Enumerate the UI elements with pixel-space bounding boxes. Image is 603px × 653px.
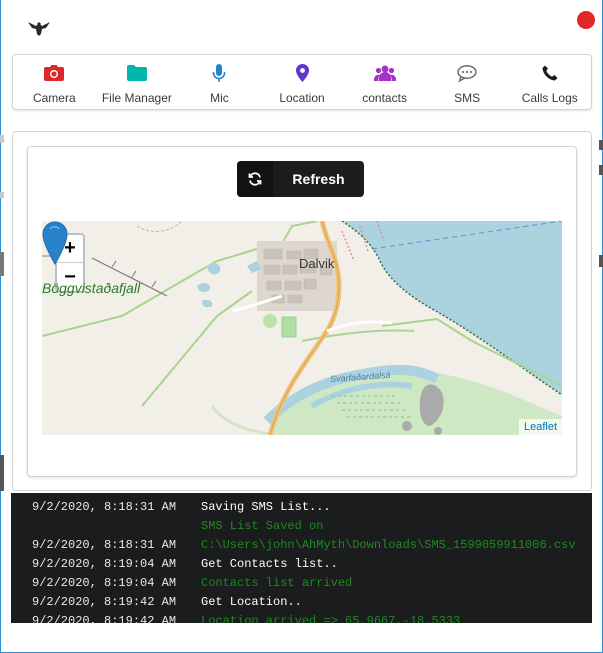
- log-message: Get Location..: [201, 595, 302, 609]
- location-pin-icon[interactable]: [42, 221, 68, 265]
- log-message: Get Contacts list..: [201, 557, 338, 571]
- camera-icon: [43, 63, 65, 83]
- close-button[interactable]: [577, 11, 595, 29]
- log-row: 9/2/2020, 8:19:04 AM Contacts list arriv…: [11, 574, 592, 593]
- log-message: Contacts list arrived: [201, 576, 353, 590]
- refresh-label: Refresh: [292, 171, 345, 187]
- refresh-button[interactable]: Refresh: [237, 161, 364, 197]
- log-message: SMS List Saved on: [201, 519, 324, 533]
- title-bar: [0, 0, 603, 52]
- menu-label: Calls Logs: [521, 91, 578, 105]
- users-icon: [373, 63, 396, 83]
- log-time: 9/2/2020, 8:19:04 AM: [32, 557, 177, 571]
- right-edge-marks: [599, 0, 603, 653]
- menu-label: Camera: [32, 91, 76, 105]
- log-row: 9/2/2020, 8:19:42 AM Get Location..: [11, 593, 592, 612]
- map-town-label: Dalvik: [299, 256, 335, 271]
- menu-item-call-logs[interactable]: Calls Logs: [508, 55, 591, 109]
- menu-item-camera[interactable]: Camera: [13, 55, 96, 109]
- log-time: 9/2/2020, 8:18:31 AM: [32, 538, 177, 552]
- log-message: Location arrived => 65.9667,-18.5333: [201, 614, 461, 623]
- log-time: 9/2/2020, 8:19:04 AM: [32, 576, 177, 590]
- map-tiles: [42, 221, 562, 435]
- log-row: 9/2/2020, 8:18:31 AM Saving SMS List...: [11, 498, 592, 517]
- refresh-icon: [237, 161, 273, 197]
- log-time: 9/2/2020, 8:19:42 AM: [32, 614, 177, 623]
- log-row: 9/2/2020, 8:19:42 AM Location arrived =>…: [11, 612, 592, 623]
- log-time: 9/2/2020, 8:18:31 AM: [32, 500, 177, 514]
- log-time: [11, 517, 201, 536]
- menu-item-file-manager[interactable]: File Manager: [96, 55, 179, 109]
- log-message: C:\Users\john\AhMyth\Downloads\SMS_15990…: [201, 538, 576, 552]
- microphone-icon: [208, 63, 230, 83]
- log-row: 9/2/2020, 8:18:31 AM C:\Users\john\AhMyt…: [11, 536, 592, 555]
- phone-icon: [539, 63, 561, 83]
- log-message: Saving SMS List...: [201, 500, 331, 514]
- log-row: 9/2/2020, 8:19:04 AM Get Contacts list..: [11, 555, 592, 574]
- menu-item-contacts[interactable]: contacts: [343, 55, 426, 109]
- left-edge-marks: [0, 0, 4, 653]
- leaflet-attribution-link[interactable]: Leaflet: [518, 419, 562, 435]
- eagle-icon: [28, 22, 50, 36]
- chat-bubble-icon: [456, 63, 478, 83]
- log-row: SMS List Saved on: [11, 517, 592, 536]
- location-map[interactable]: + − Dalvik Böggvistaðafjall Svarfaðardal…: [42, 221, 562, 435]
- feature-menu: Camera File Manager Mic Location contact…: [12, 54, 592, 110]
- map-marker-icon: [291, 63, 313, 83]
- menu-label: Location: [279, 91, 325, 105]
- menu-item-sms[interactable]: SMS: [426, 55, 509, 109]
- menu-label: contacts: [362, 91, 407, 105]
- map-mountain-label: Böggvistaðafjall: [42, 280, 141, 296]
- menu-label: Mic: [210, 91, 229, 105]
- log-console: 9/2/2020, 8:18:31 AM Saving SMS List... …: [11, 493, 592, 623]
- folder-icon: [126, 63, 148, 83]
- menu-label: File Manager: [101, 91, 172, 105]
- menu-item-location[interactable]: Location: [261, 55, 344, 109]
- log-time: 9/2/2020, 8:19:42 AM: [32, 595, 177, 609]
- menu-item-mic[interactable]: Mic: [178, 55, 261, 109]
- menu-label: SMS: [454, 91, 481, 105]
